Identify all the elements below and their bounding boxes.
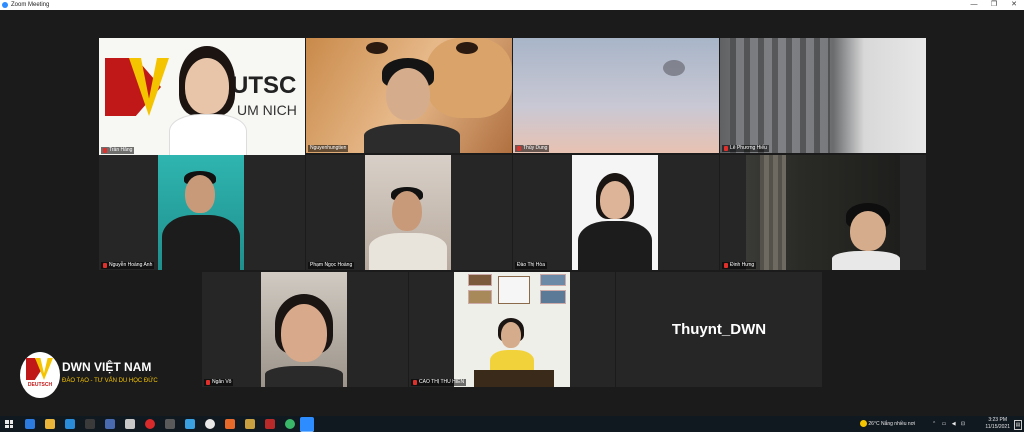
participant-tile-nguyen-hoang-anh[interactable]: Nguyễn Hoàng Anh bbox=[99, 155, 305, 270]
participant-tile-dinh-hung[interactable]: Đinh Hưng bbox=[720, 155, 926, 270]
mic-muted-icon bbox=[103, 263, 107, 268]
mic-muted-icon bbox=[413, 380, 417, 385]
app-icon[interactable] bbox=[145, 419, 155, 429]
video-feed bbox=[572, 155, 658, 270]
window-title: Zoom Meeting bbox=[11, 2, 50, 8]
app-icon[interactable] bbox=[185, 419, 195, 429]
sun-icon bbox=[860, 420, 867, 428]
weather-widget[interactable]: 26°C Nắng nhiều nơi bbox=[860, 416, 915, 432]
app-icon[interactable] bbox=[85, 419, 95, 429]
participant-tile-le-phuong-hieu[interactable]: Lê Phương Hiếu bbox=[720, 38, 926, 153]
video-feed bbox=[158, 155, 244, 270]
participant-name-label: CAO THỊ THU HIỀN bbox=[411, 379, 467, 386]
participant-name-label: Đinh Hưng bbox=[722, 262, 757, 269]
participant-tile-tran-hang[interactable]: UTSC UM NICH Trần Hằng bbox=[99, 38, 305, 155]
title-bar: Zoom Meeting — ❐ ✕ bbox=[0, 0, 1024, 10]
participant-name-label: Ngân Võ bbox=[204, 379, 234, 386]
participant-name-label: Nguyenhungtien bbox=[308, 145, 349, 152]
background-logo-subtext: UM NICH bbox=[237, 102, 297, 118]
file-explorer-icon[interactable] bbox=[45, 419, 55, 429]
participant-name-label: Thùy Dung bbox=[515, 145, 550, 152]
windows-start-icon[interactable] bbox=[5, 420, 13, 428]
participant-tile-dao-thi-hoa[interactable]: Đào Thị Hòa bbox=[513, 155, 719, 270]
close-button[interactable]: ✕ bbox=[1004, 0, 1024, 10]
zoom-taskbar-icon[interactable] bbox=[300, 417, 314, 432]
participant-name-label: Trần Hằng bbox=[101, 147, 135, 154]
minimize-button[interactable]: — bbox=[964, 0, 984, 10]
mic-muted-icon bbox=[206, 380, 210, 385]
video-feed bbox=[746, 155, 900, 270]
video-feed: UTSC UM NICH bbox=[99, 38, 305, 155]
participant-tile-thuy-dung[interactable]: Thùy Dung bbox=[513, 38, 719, 153]
app-icon[interactable] bbox=[125, 419, 135, 429]
system-tray-icons[interactable]: ⌃ ▭ ◀ ⊡ bbox=[932, 416, 967, 432]
video-feed bbox=[454, 272, 570, 387]
zoom-app-icon bbox=[2, 2, 8, 8]
video-feed bbox=[513, 38, 719, 153]
clock[interactable]: 3:23 PM 11/15/2021 bbox=[985, 417, 1010, 431]
mic-muted-icon bbox=[724, 263, 728, 268]
edge-icon[interactable] bbox=[25, 419, 35, 429]
brand-watermark: DEUTSCH DWN VIỆT NAM ĐÀO TẠO - TƯ VẤN DU… bbox=[20, 352, 164, 398]
brand-title: DWN VIỆT NAM bbox=[62, 360, 152, 374]
mic-muted-icon bbox=[103, 148, 107, 153]
video-feed bbox=[365, 155, 451, 270]
participant-name-label: Lê Phương Hiếu bbox=[722, 145, 769, 152]
participant-tile-ngan-vo[interactable]: Ngân Võ bbox=[202, 272, 408, 387]
participant-name-label: Nguyễn Hoàng Anh bbox=[101, 262, 155, 269]
mic-muted-icon bbox=[517, 146, 521, 151]
browser-icon[interactable] bbox=[65, 419, 75, 429]
video-feed bbox=[306, 38, 512, 153]
chrome-icon[interactable] bbox=[205, 419, 215, 429]
participant-tile-cao-thi-thu-hien[interactable]: CAO THỊ THU HIỀN bbox=[409, 272, 615, 387]
maximize-button[interactable]: ❐ bbox=[984, 0, 1004, 10]
app-icon[interactable] bbox=[225, 419, 235, 429]
video-feed bbox=[261, 272, 347, 387]
participant-tile-pham-ngoc-hoang[interactable]: Phạm Ngọc Hoàng bbox=[306, 155, 512, 270]
participant-tile-thuynt-dwn[interactable]: Thuynt_DWN bbox=[616, 272, 822, 387]
mic-muted-icon bbox=[724, 146, 728, 151]
background-logo-text: UTSC bbox=[231, 72, 297, 99]
video-feed bbox=[720, 38, 926, 153]
taskbar: 26°C Nắng nhiều nơi ⌃ ▭ ◀ ⊡ 3:23 PM 11/1… bbox=[0, 416, 1024, 432]
brand-tagline: ĐÀO TẠO - TƯ VẤN DU HỌC ĐỨC bbox=[62, 378, 158, 384]
app-icon[interactable] bbox=[265, 419, 275, 429]
participant-name-label: Đào Thị Hòa bbox=[515, 262, 547, 269]
participant-tile-nguyenhungtien[interactable]: Nguyenhungtien bbox=[306, 38, 512, 153]
app-icon[interactable] bbox=[165, 419, 175, 429]
notification-icon[interactable]: ▤ bbox=[1014, 420, 1022, 430]
app-icon[interactable] bbox=[245, 419, 255, 429]
participant-name-label: Phạm Ngọc Hoàng bbox=[308, 262, 355, 269]
participant-display-name: Thuynt_DWN bbox=[671, 321, 767, 338]
app-icon[interactable] bbox=[105, 419, 115, 429]
app-icon[interactable] bbox=[285, 419, 295, 429]
brand-logo: DEUTSCH bbox=[20, 352, 60, 398]
